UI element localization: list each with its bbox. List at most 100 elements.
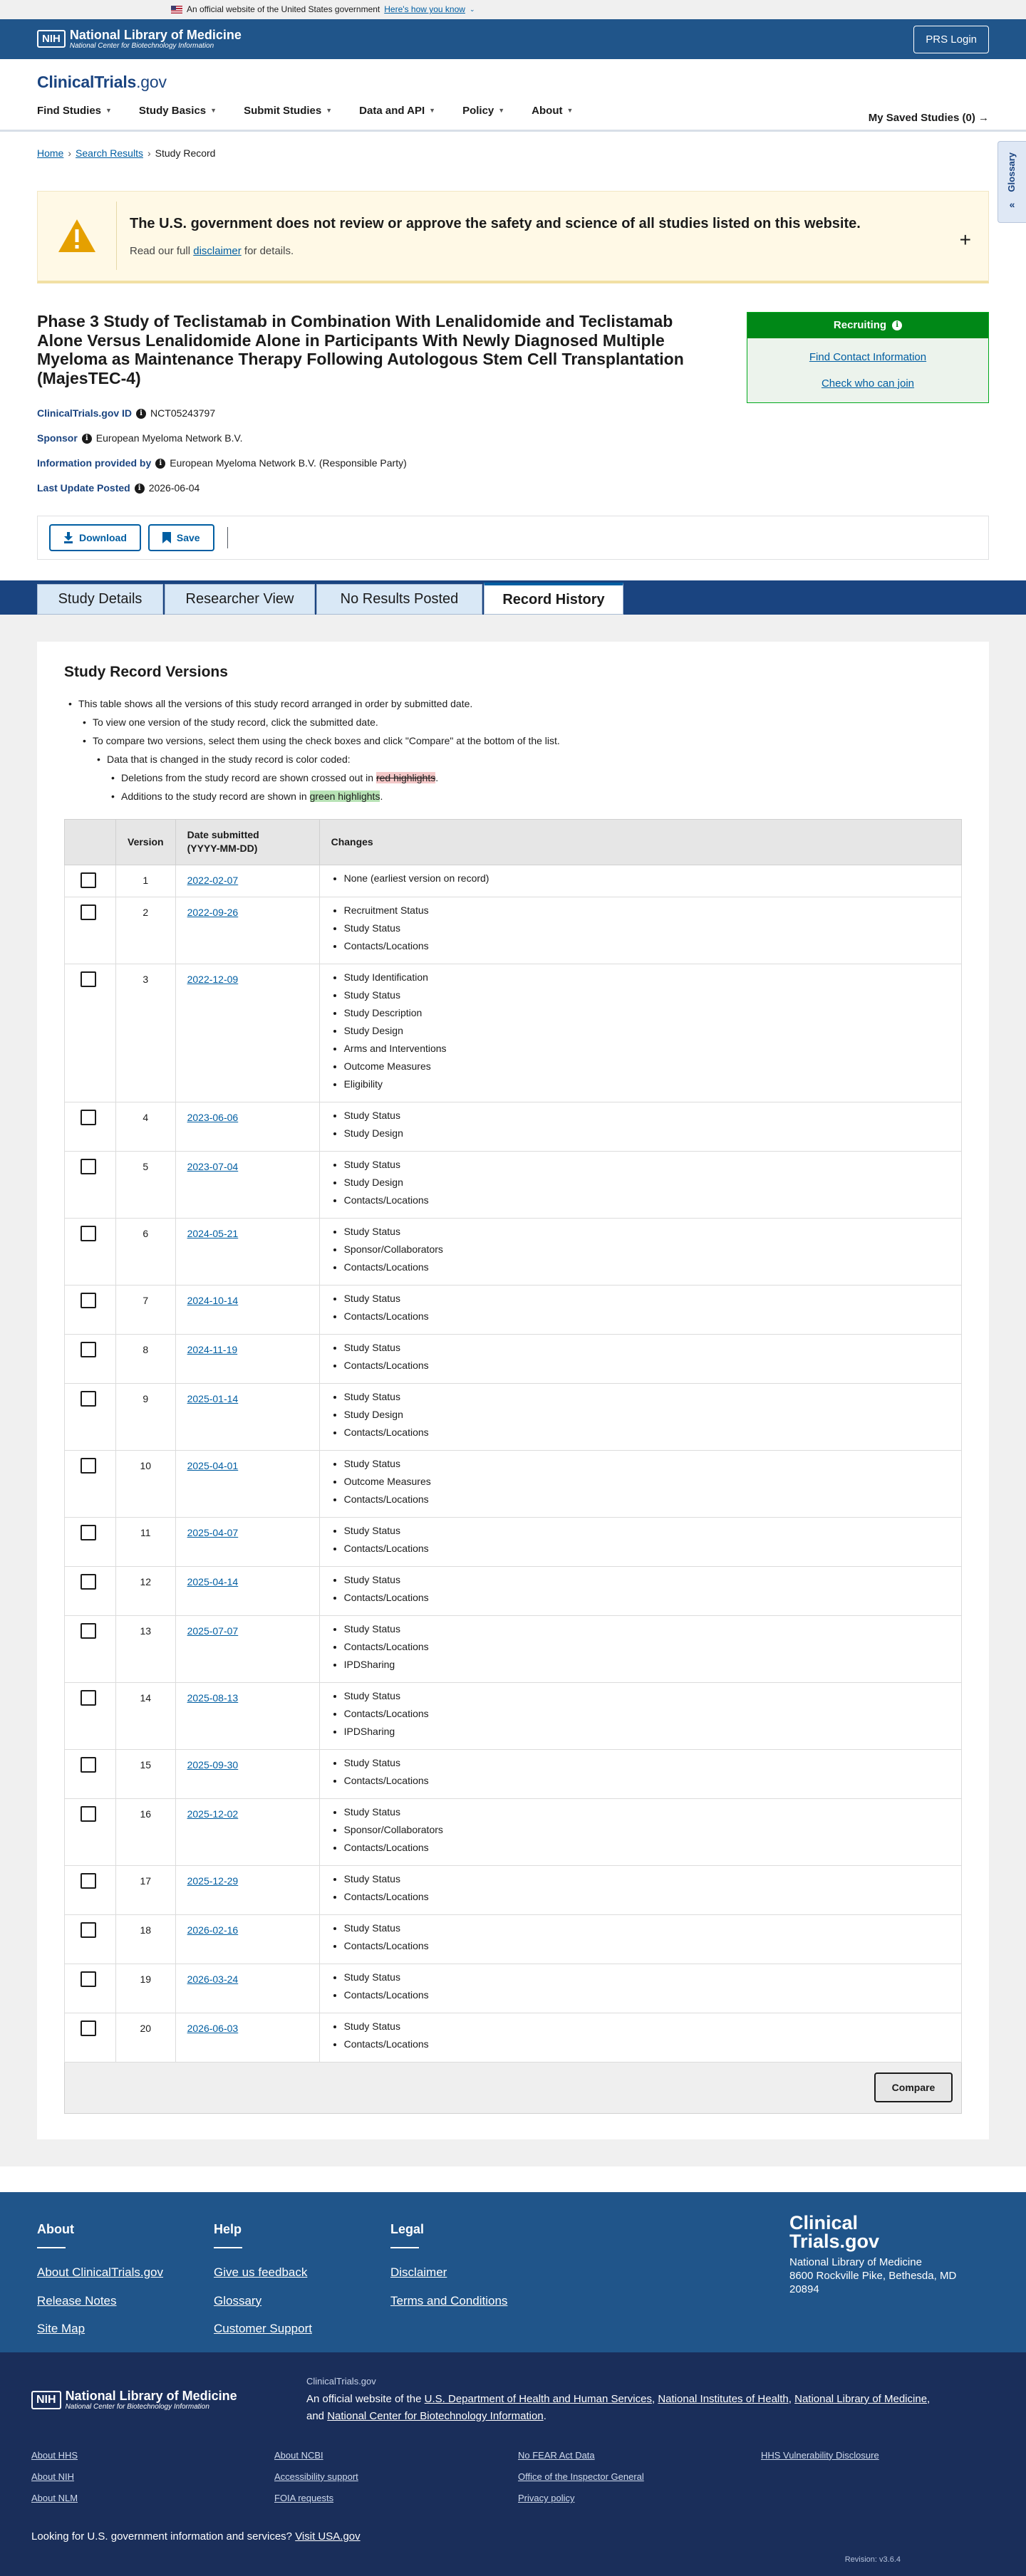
version-date-link[interactable]: 2022-12-09 [187,974,239,985]
gov-link[interactable]: Office of the Inspector General [518,2471,761,2483]
version-date-link[interactable]: 2024-11-19 [187,1344,238,1355]
download-button[interactable]: Download [49,523,141,551]
version-checkbox[interactable] [81,1622,96,1639]
version-date-link[interactable]: 2026-03-24 [187,1973,239,1985]
breadcrumb-search-results[interactable]: Search Results [76,147,143,161]
version-date-link[interactable]: 2025-12-02 [187,1808,239,1820]
tab-researcher-view[interactable]: Researcher View [165,583,315,615]
version-date-link[interactable]: 2025-04-07 [187,1527,239,1538]
info-icon[interactable]: i [136,408,147,419]
nih-logo[interactable]: NIH National Library of Medicine Nationa… [37,28,242,50]
version-checkbox[interactable] [81,1756,96,1773]
gov-link[interactable]: FOIA requests [274,2492,518,2505]
version-date-link[interactable]: 2025-04-01 [187,1460,239,1471]
header-version: Version [115,818,176,865]
tab-study-details[interactable]: Study Details [37,583,163,615]
nav-policy[interactable]: Policy ▼ [462,103,504,118]
footer-link[interactable]: Glossary [214,2293,390,2310]
ncbi-link[interactable]: National Center for Biotechnology Inform… [327,2410,544,2422]
tab-no-results-posted[interactable]: No Results Posted [316,583,482,615]
version-date-link[interactable]: 2026-06-03 [187,2023,239,2034]
footer-link[interactable]: Give us feedback [214,2264,390,2281]
gov-link[interactable]: About HHS [31,2449,274,2462]
version-checkbox[interactable] [81,1109,96,1125]
nav-study-basics[interactable]: Study Basics ▼ [139,103,217,118]
footer-address-line: 8600 Rockville Pike, Bethesda, MD [789,2270,957,2283]
footer-link[interactable]: About ClinicalTrials.gov [37,2264,214,2281]
version-date-link[interactable]: 2022-09-26 [187,907,239,918]
version-date-link[interactable]: 2026-02-16 [187,1924,239,1936]
version-checkbox[interactable] [81,1390,96,1407]
prs-login-button[interactable]: PRS Login [913,25,989,53]
version-checkbox[interactable] [81,872,96,888]
version-checkbox[interactable] [81,1524,96,1540]
version-date-link[interactable]: 2025-09-30 [187,1759,239,1771]
change-item: Contacts/Locations [344,1986,950,2004]
gov-link[interactable]: No FEAR Act Data [518,2449,761,2462]
version-checkbox[interactable] [81,904,96,920]
check-eligibility-link[interactable]: Check who can join [822,376,914,391]
gov-link[interactable]: About NLM [31,2492,274,2505]
version-checkbox[interactable] [81,1921,96,1938]
breadcrumb-home[interactable]: Home [37,147,63,161]
nav-submit-studies[interactable]: Submit Studies ▼ [244,103,332,118]
info-icon[interactable]: i [892,320,903,330]
version-checkbox[interactable] [81,1805,96,1822]
glossary-tab[interactable]: Glossary « [998,141,1026,223]
version-checkbox[interactable] [81,1341,96,1357]
footer-link[interactable]: Customer Support [214,2320,390,2337]
saved-studies-link[interactable]: My Saved Studies (0) → [869,110,989,125]
footer-link[interactable]: Terms and Conditions [390,2293,567,2310]
footer-nih-logo[interactable]: NIH National Library of Medicine Nationa… [31,2375,306,2425]
id-label: ClinicalTrials.gov ID [37,407,133,419]
version-date-link[interactable]: 2025-01-14 [187,1393,239,1404]
version-checkbox[interactable] [81,1971,96,1987]
version-date-link[interactable]: 2022-02-07 [187,875,239,886]
gov-link[interactable]: About NIH [31,2471,274,2483]
usa-gov-link[interactable]: Visit USA.gov [295,2530,360,2543]
nih-link[interactable]: National Institutes of Health [658,2393,788,2405]
version-checkbox[interactable] [81,1872,96,1889]
version-date-link[interactable]: 2025-07-07 [187,1625,239,1637]
find-contact-link[interactable]: Find Contact Information [809,350,926,365]
version-date-link[interactable]: 2023-06-06 [187,1112,239,1123]
gov-link[interactable]: HHS Vulnerability Disclosure [761,2449,975,2462]
gov-link[interactable]: Privacy policy [518,2492,761,2505]
version-checkbox[interactable] [81,971,96,987]
footer-link[interactable]: Site Map [37,2320,214,2337]
hhs-link[interactable]: U.S. Department of Health and Human Serv… [425,2393,652,2405]
version-date-link[interactable]: 2024-10-14 [187,1295,239,1306]
site-logo[interactable]: ClinicalTrials.gov [37,59,989,93]
version-checkbox[interactable] [81,2020,96,2036]
tab-record-history[interactable]: Record History [484,582,623,615]
gov-link[interactable]: About NCBI [274,2449,518,2462]
version-checkbox[interactable] [81,1225,96,1241]
compare-button[interactable]: Compare [874,2072,953,2103]
gov-link[interactable]: Accessibility support [274,2471,518,2483]
version-date-link[interactable]: 2025-08-13 [187,1692,239,1704]
nav-about[interactable]: About ▼ [532,103,573,118]
nav-find-studies[interactable]: Find Studies ▼ [37,103,112,118]
nav-data-api[interactable]: Data and API ▼ [359,103,435,118]
save-button[interactable]: Save [147,523,214,551]
footer-logo[interactable]: Clinical Trials.gov [789,2213,989,2251]
disclaimer-link[interactable]: disclaimer [193,245,242,257]
version-checkbox[interactable] [81,1457,96,1474]
version-checkbox[interactable] [81,1292,96,1308]
version-date-link[interactable]: 2025-04-14 [187,1576,239,1587]
info-icon[interactable]: i [81,433,92,444]
version-checkbox[interactable] [81,1573,96,1590]
nlm-link[interactable]: National Library of Medicine [794,2393,927,2405]
version-date-link[interactable]: 2023-07-04 [187,1161,239,1172]
info-icon[interactable]: i [155,458,166,469]
footer-link[interactable]: Disclaimer [390,2264,567,2281]
change-item: Study Design [344,1022,950,1040]
version-checkbox[interactable] [81,1689,96,1706]
version-date-link[interactable]: 2025-12-29 [187,1875,239,1887]
version-date-link[interactable]: 2024-05-21 [187,1228,239,1239]
how-you-know-link[interactable]: Here's how you know [384,4,465,16]
info-icon[interactable]: i [134,483,145,494]
footer-link[interactable]: Release Notes [37,2293,214,2310]
expand-plus-icon[interactable]: + [960,226,971,254]
version-checkbox[interactable] [81,1158,96,1174]
